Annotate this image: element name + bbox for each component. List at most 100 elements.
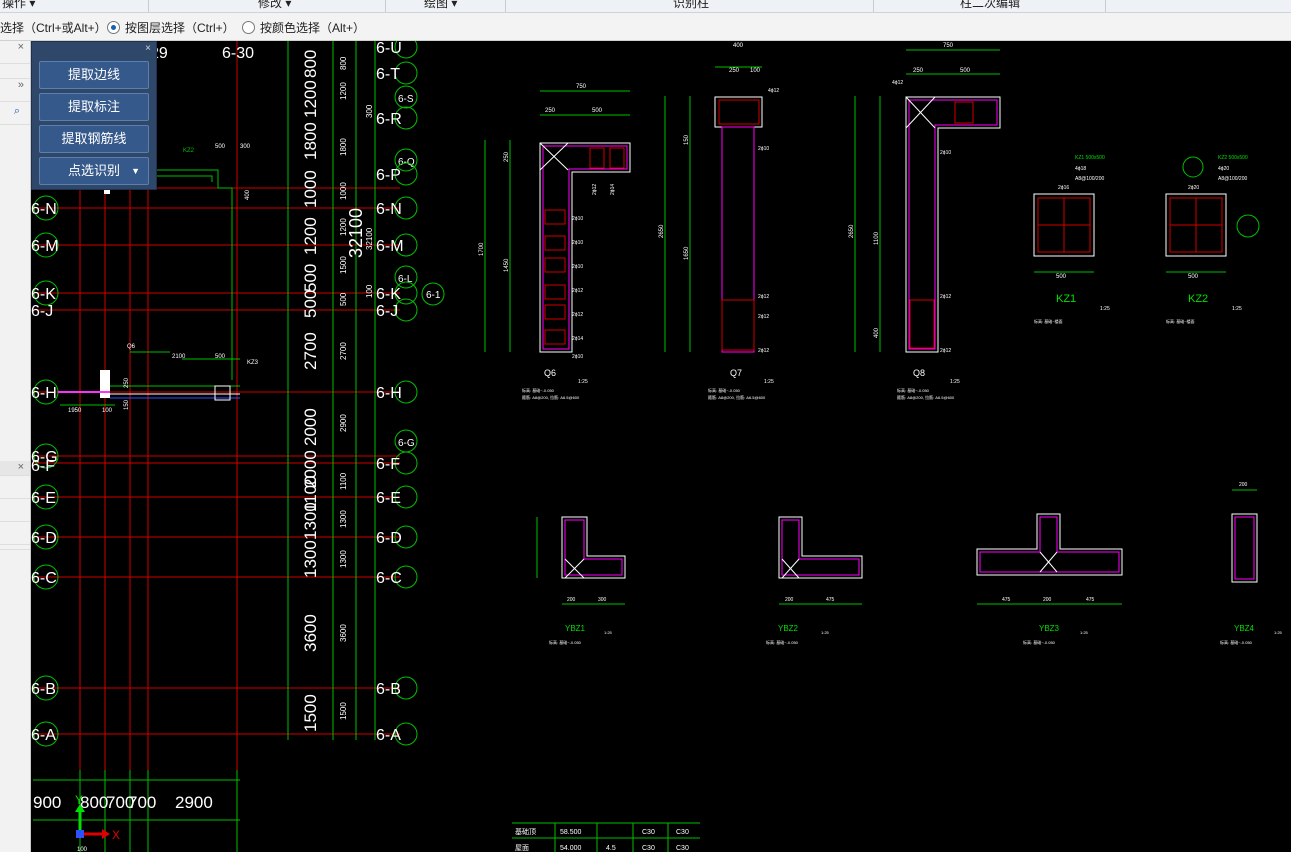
radio-icon[interactable] — [242, 21, 255, 34]
point-identify-button[interactable]: 点选识别 ▼ — [39, 157, 149, 185]
menu-operate[interactable]: 操作 ▾ — [2, 0, 35, 11]
dim-text: 250 — [504, 151, 510, 162]
label-kz3: KZ3 — [247, 360, 259, 366]
table-cell: 54.000 — [560, 845, 582, 852]
extract-rebar-button[interactable]: 提取钢筋线 — [39, 125, 149, 153]
table-cell: C30 — [642, 845, 655, 852]
menu-column-edit[interactable]: 柱二次编辑 — [960, 0, 1020, 11]
rebar-label: 2ϕ12 — [940, 294, 951, 300]
dock-header: × — [0, 461, 30, 476]
rebar-label: 2ϕ14 — [610, 184, 616, 195]
dim-text: 1450 — [504, 258, 510, 272]
dim-text: 1500 — [339, 256, 348, 274]
dim-text: 1200 — [339, 82, 348, 100]
dock-row — [0, 545, 30, 550]
label-500: 500 — [215, 144, 226, 150]
double-chevron-icon[interactable]: » — [18, 79, 24, 91]
total-dim-text: 32100 — [346, 208, 366, 258]
dim-text: 1300 — [301, 540, 320, 578]
axis-label: 6-R — [376, 111, 402, 128]
axis-label: 6-J — [31, 303, 53, 320]
extract-edge-button[interactable]: 提取边线 — [39, 61, 149, 89]
stirrup: A8@100/200 — [1218, 176, 1247, 182]
dim-text: 200 — [1239, 482, 1248, 488]
radio-selected-icon[interactable] — [107, 21, 120, 34]
option-select-ctrl-alt[interactable]: 选择（Ctrl+或Alt+） — [0, 19, 107, 36]
dim-text: 2700 — [301, 332, 320, 370]
label-150: 150 — [124, 399, 130, 410]
side-bars: 2ϕ16 — [1058, 185, 1069, 191]
dim-text: 1200 — [301, 217, 320, 255]
note: 箍筋: A8@200, 拉筋: A6.5@600 — [897, 394, 955, 400]
dim-text: 1100 — [339, 472, 348, 490]
dim-text: 250 — [913, 68, 924, 74]
column-name: YBZ1 — [565, 624, 586, 633]
dim-text: 2650 — [659, 224, 665, 238]
note: 标高: 基础~-0.050 — [708, 387, 741, 393]
menu-modify[interactable]: 修改 ▾ — [258, 0, 291, 11]
cad-canvas[interactable]: 29 6-30 6-N 6-M 6-K 6-J 6-H 6-G 6-F 6-E … — [31, 41, 1291, 852]
dim-text: 400 — [733, 43, 744, 49]
scale-label: 1:25 — [1080, 630, 1089, 635]
dock-row: » — [0, 79, 30, 102]
dim-text: 2700 — [339, 342, 348, 360]
dock-row — [0, 64, 30, 79]
menu-divider — [1105, 0, 1106, 12]
dim-text: 100 — [750, 68, 761, 74]
dim-text: 1800 — [301, 122, 320, 160]
scale-label: 1:25 — [950, 379, 960, 385]
dim-text: 2650 — [849, 224, 855, 238]
selection-options-bar: 选择（Ctrl+或Alt+） 按图层选择（Ctrl+） 按颜色选择（Alt+） — [0, 13, 1291, 41]
note: 标高: 基础~楼面 — [1034, 318, 1063, 324]
close-icon[interactable]: × — [145, 43, 151, 54]
note: 标高: 基础~楼面 — [1166, 318, 1195, 324]
note: 标高: 基础~-0.050 — [549, 639, 582, 645]
table-cell: C30 — [642, 829, 655, 836]
dim-text: 500 — [301, 290, 320, 318]
dim-text: 1000 — [301, 170, 320, 208]
dim-text: 250 — [729, 68, 740, 74]
dim-text: 1000 — [339, 182, 348, 200]
axis-label: 6-C — [31, 570, 57, 587]
scale-label: 1:25 — [578, 379, 588, 385]
dock-row — [0, 522, 30, 545]
scale-label: 1:25 — [1274, 630, 1283, 635]
dim-text: 1700 — [479, 242, 485, 256]
menu-identify-column[interactable]: 识别柱 — [673, 0, 709, 11]
label-1950: 1950 — [68, 408, 82, 414]
point-identify-label: 点选识别 — [67, 163, 120, 178]
menu-draw[interactable]: 绘图 ▾ — [424, 0, 457, 11]
column-name: KZ1 — [1056, 293, 1076, 305]
axis-label: 6-F — [31, 458, 55, 475]
table-cell: 屋面 — [515, 844, 529, 852]
dim-text: 500 — [301, 264, 320, 292]
label-2100: 2100 — [172, 354, 186, 360]
axis-label: 6-J — [376, 303, 398, 320]
axis-label: 6-T — [376, 66, 400, 83]
close-icon[interactable]: × — [18, 41, 24, 53]
axis-label: 6-P — [376, 167, 401, 184]
column-name: Q6 — [544, 368, 556, 378]
option-select-by-layer[interactable]: 按图层选择（Ctrl+） — [107, 19, 235, 36]
note: 箍筋: A8@200, 拉筋: A6.5@600 — [522, 394, 580, 400]
dim-text: 475 — [1002, 597, 1011, 603]
option-select-by-color[interactable]: 按颜色选择（Alt+） — [242, 19, 365, 36]
axis-label: 6-F — [376, 456, 400, 473]
menu-divider — [873, 0, 874, 12]
dim-text: 1100 — [874, 231, 880, 245]
dim-text: 250 — [545, 108, 556, 114]
column-name: YBZ3 — [1039, 624, 1060, 633]
rebar-label: 4ϕ12 — [892, 80, 903, 86]
search-icon[interactable]: ⌕ — [14, 105, 20, 118]
rebar-label: 2ϕ10 — [758, 146, 769, 152]
axis-label: 6-G — [398, 438, 415, 449]
dim-text: 800 — [80, 793, 108, 812]
rebar-label: 2ϕ12 — [592, 184, 598, 195]
axis-label: 6-U — [376, 41, 402, 57]
close-icon[interactable]: × — [18, 461, 24, 473]
dropdown-arrow-icon[interactable]: ▼ — [131, 158, 140, 184]
extract-label-button[interactable]: 提取标注 — [39, 93, 149, 121]
axis-label: 6-E — [31, 490, 56, 507]
rebar-label: 2ϕ10 — [572, 216, 583, 222]
note: 标高: 基础~-0.050 — [897, 387, 930, 393]
